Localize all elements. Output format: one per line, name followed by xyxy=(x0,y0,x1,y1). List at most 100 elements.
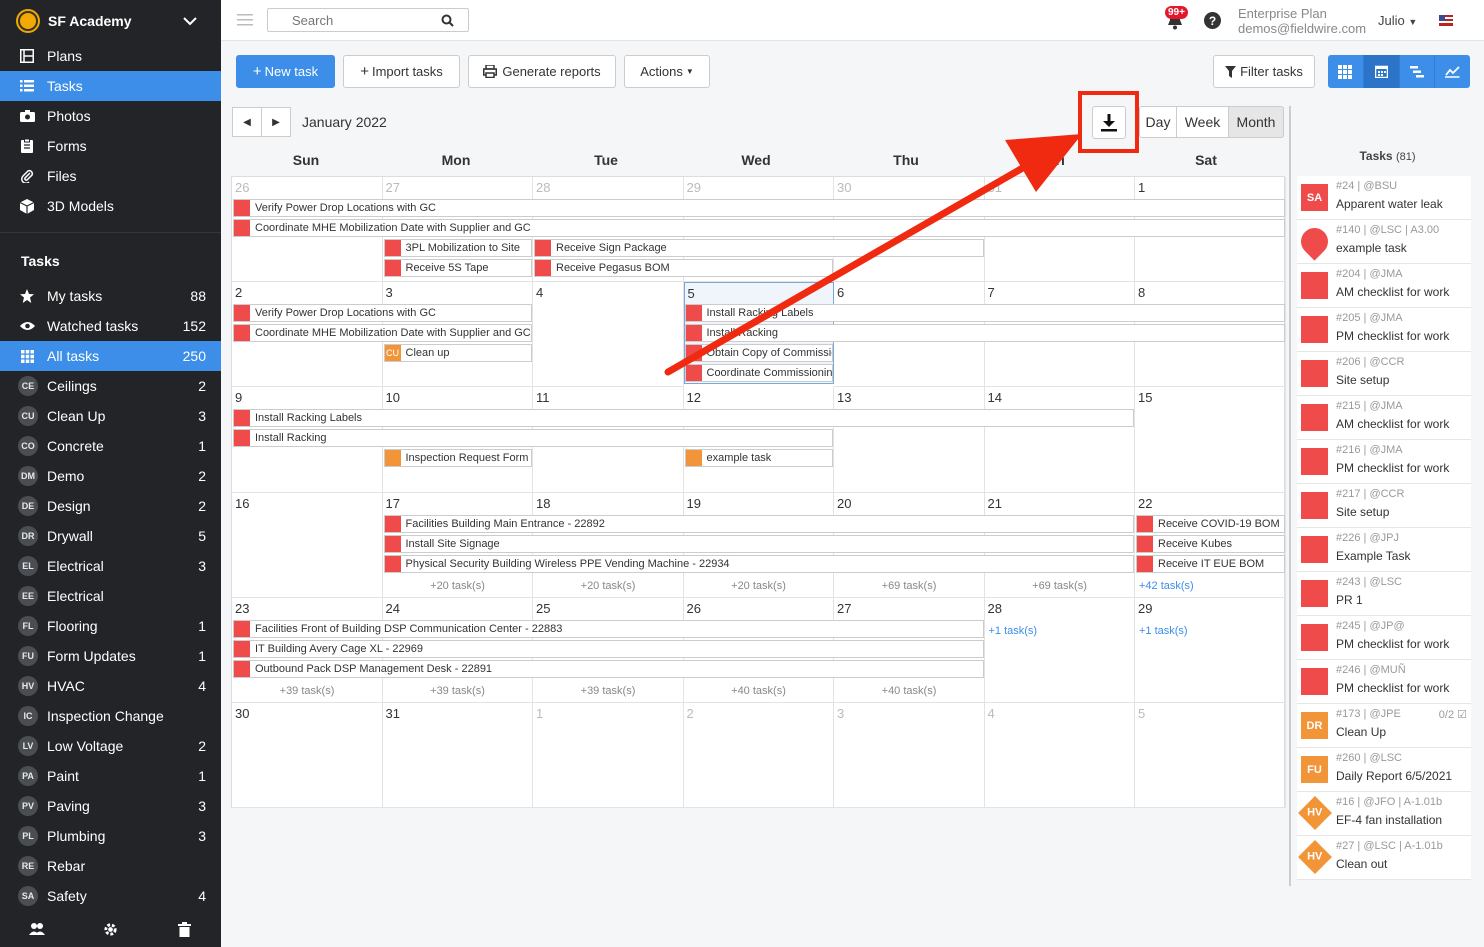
more-tasks-link[interactable]: +69 task(s) xyxy=(985,580,1135,592)
sidebar-category-item[interactable]: RE Rebar xyxy=(0,851,221,881)
calendar-day-cell[interactable]: 29 xyxy=(1135,597,1286,703)
task-list-item[interactable]: HV #16 | @JFO | A-1.01b EF-4 fan installat… xyxy=(1297,792,1471,836)
sidebar-category-item[interactable]: PA Paint 1 xyxy=(0,761,221,791)
task-list-item[interactable]: FU #260 | @LSC Daily Report 6/5/2021 xyxy=(1297,748,1471,792)
calendar-event[interactable]: Facilities Building Main Entrance - 2289… xyxy=(383,514,1134,533)
filter-tasks-button[interactable]: Filter tasks xyxy=(1213,55,1315,88)
calendar-day-cell[interactable]: 15 xyxy=(1135,387,1286,493)
month-view-button[interactable]: Month xyxy=(1228,106,1284,138)
calendar-day-cell[interactable]: 30 xyxy=(232,703,383,809)
sidebar-item-tasks[interactable]: Tasks xyxy=(0,71,221,101)
calendar-event[interactable]: CU Clean up xyxy=(383,344,532,363)
gantt-view-icon[interactable] xyxy=(1398,55,1435,88)
calendar-event[interactable]: Receive COVID-19 BOM xyxy=(1136,514,1285,533)
sidebar-category-item[interactable]: HV HVAC 4 xyxy=(0,671,221,701)
calendar-day-cell[interactable]: 28 xyxy=(984,597,1135,703)
calendar-event[interactable]: 3PL Mobilization to Site xyxy=(383,239,532,257)
help-icon[interactable]: ? xyxy=(1204,12,1221,29)
more-tasks-link[interactable]: +1 task(s) xyxy=(989,625,1139,637)
sidebar-item-plans[interactable]: Plans xyxy=(0,41,221,71)
task-list-item[interactable]: #217 | @CCR Site setup xyxy=(1297,484,1471,528)
more-tasks-link[interactable]: +1 task(s) xyxy=(1139,625,1289,637)
sidebar-category-item[interactable]: CE Ceilings 2 xyxy=(0,371,221,401)
week-view-button[interactable]: Week xyxy=(1176,106,1229,138)
calendar-event[interactable]: Install Site Signage xyxy=(383,534,1134,553)
calendar-event[interactable]: Receive Sign Package xyxy=(534,239,984,257)
sidebar-category-item[interactable]: CU Clean Up 3 xyxy=(0,401,221,431)
task-list-item[interactable]: #216 | @JMA PM checklist for work xyxy=(1297,440,1471,484)
calendar-view-icon[interactable] xyxy=(1362,55,1399,88)
sidebar-category-item[interactable]: DM Demo 2 xyxy=(0,461,221,491)
calendar-event[interactable]: Install Racking Labels xyxy=(684,304,1285,323)
sidebar-category-item[interactable]: FU Form Updates 1 xyxy=(0,641,221,671)
calendar-event[interactable]: Receive Kubes xyxy=(1136,534,1285,553)
more-tasks-link[interactable]: +69 task(s) xyxy=(834,580,984,592)
search-icon[interactable] xyxy=(441,14,454,27)
calendar-day-cell[interactable]: 2 xyxy=(683,703,834,809)
more-tasks-link[interactable]: +40 task(s) xyxy=(834,685,984,697)
sidebar-filter-my-tasks[interactable]: My tasks 88 xyxy=(0,281,221,311)
task-list-item[interactable]: #205 | @JMA PM checklist for work xyxy=(1297,308,1471,352)
calendar-event[interactable]: Coordinate Commissioning xyxy=(684,364,833,383)
user-menu[interactable]: Julio ▼ xyxy=(1378,13,1417,28)
task-list-item[interactable]: #245 | @JP@ PM checklist for work xyxy=(1297,616,1471,660)
import-tasks-button[interactable]: + Import tasks xyxy=(343,55,460,88)
project-selector[interactable]: SF Academy xyxy=(0,0,221,42)
next-month-button[interactable]: ▶ xyxy=(261,107,291,137)
chevron-down-icon[interactable] xyxy=(183,14,197,28)
more-tasks-link[interactable]: +40 task(s) xyxy=(684,685,834,697)
calendar-event[interactable]: Receive 5S Tape xyxy=(383,259,532,277)
calendar-day-cell[interactable]: 16 xyxy=(232,492,383,598)
calendar-event[interactable]: Coordinate MHE Mobilization Date with Su… xyxy=(233,219,1285,237)
calendar-event[interactable]: Install Racking Labels xyxy=(233,409,1134,428)
calendar-event[interactable]: Install Racking xyxy=(233,429,833,448)
calendar-event[interactable]: Outbound Pack DSP Management Desk - 2289… xyxy=(233,659,984,678)
sidebar-item-3d-models[interactable]: 3D Models xyxy=(0,191,221,221)
calendar-event[interactable]: example task xyxy=(684,449,833,468)
calendar-event[interactable]: Coordinate MHE Mobilization Date with Su… xyxy=(233,324,532,343)
hamburger-icon[interactable] xyxy=(237,13,253,27)
users-icon[interactable] xyxy=(0,911,74,947)
sidebar-category-item[interactable]: PL Plumbing 3 xyxy=(0,821,221,851)
sidebar-category-item[interactable]: SA Safety 4 xyxy=(0,881,221,911)
more-tasks-link[interactable]: +42 task(s) xyxy=(1139,580,1289,592)
actions-button[interactable]: Actions ▼ xyxy=(624,55,710,88)
calendar-day-cell[interactable]: 14 xyxy=(984,387,1135,493)
task-list-item[interactable]: DR #173 | @JPE Clean Up 0/2 ☑ xyxy=(1297,704,1471,748)
sidebar-category-item[interactable]: LV Low Voltage 2 xyxy=(0,731,221,761)
task-list-item[interactable]: SA #24 | @BSU Apparent water leak xyxy=(1297,176,1471,220)
calendar-event[interactable]: Receive Pegasus BOM xyxy=(534,259,833,277)
search-input[interactable] xyxy=(268,9,438,31)
calendar-event[interactable]: Verify Power Drop Locations with GC xyxy=(233,199,1285,217)
task-list-item[interactable]: #140 | @LSC | A3.00 example task xyxy=(1295,220,1471,264)
sidebar-category-item[interactable]: IC Inspection Change xyxy=(0,701,221,731)
calendar-event[interactable]: Physical Security Building Wireless PPE … xyxy=(383,554,1134,573)
sidebar-item-forms[interactable]: Forms xyxy=(0,131,221,161)
more-tasks-link[interactable]: +39 task(s) xyxy=(383,685,533,697)
task-list-item[interactable]: HV #27 | @LSC | A-1.01b Clean out xyxy=(1297,836,1471,880)
more-tasks-link[interactable]: +39 task(s) xyxy=(232,685,382,697)
calendar-day-cell[interactable]: 3 xyxy=(834,703,985,809)
download-button[interactable] xyxy=(1092,106,1126,139)
day-view-button[interactable]: Day xyxy=(1139,106,1177,138)
sidebar-category-item[interactable]: FL Flooring 1 xyxy=(0,611,221,641)
task-list-item[interactable]: #246 | @MUÑ PM checklist for work xyxy=(1297,660,1471,704)
new-task-button[interactable]: + New task xyxy=(236,55,335,88)
sidebar-filter-watched-tasks[interactable]: Watched tasks 152 xyxy=(0,311,221,341)
more-tasks-link[interactable]: +20 task(s) xyxy=(684,580,834,592)
calendar-day-cell[interactable]: 13 xyxy=(834,387,985,493)
calendar-day-cell[interactable]: 4 xyxy=(984,703,1135,809)
calendar-event[interactable]: Receive IT EUE BOM xyxy=(1136,554,1285,573)
calendar-event[interactable]: Verify Power Drop Locations with GC xyxy=(233,304,532,323)
sidebar-filter-all-tasks[interactable]: All tasks 250 xyxy=(0,341,221,371)
chart-view-icon[interactable] xyxy=(1434,55,1470,88)
task-list-item[interactable]: #204 | @JMA AM checklist for work xyxy=(1297,264,1471,308)
calendar-event[interactable]: Inspection Request Form xyxy=(383,449,532,468)
us-flag-icon[interactable] xyxy=(1439,15,1453,26)
calendar-day-cell[interactable]: 5 xyxy=(1135,703,1286,809)
calendar-event[interactable]: Install Racking xyxy=(684,324,1285,343)
more-tasks-link[interactable]: +39 task(s) xyxy=(533,685,683,697)
more-tasks-link[interactable]: +20 task(s) xyxy=(383,580,533,592)
task-list-item[interactable]: #226 | @JPJ Example Task xyxy=(1297,528,1471,572)
prev-month-button[interactable]: ◀ xyxy=(232,107,262,137)
